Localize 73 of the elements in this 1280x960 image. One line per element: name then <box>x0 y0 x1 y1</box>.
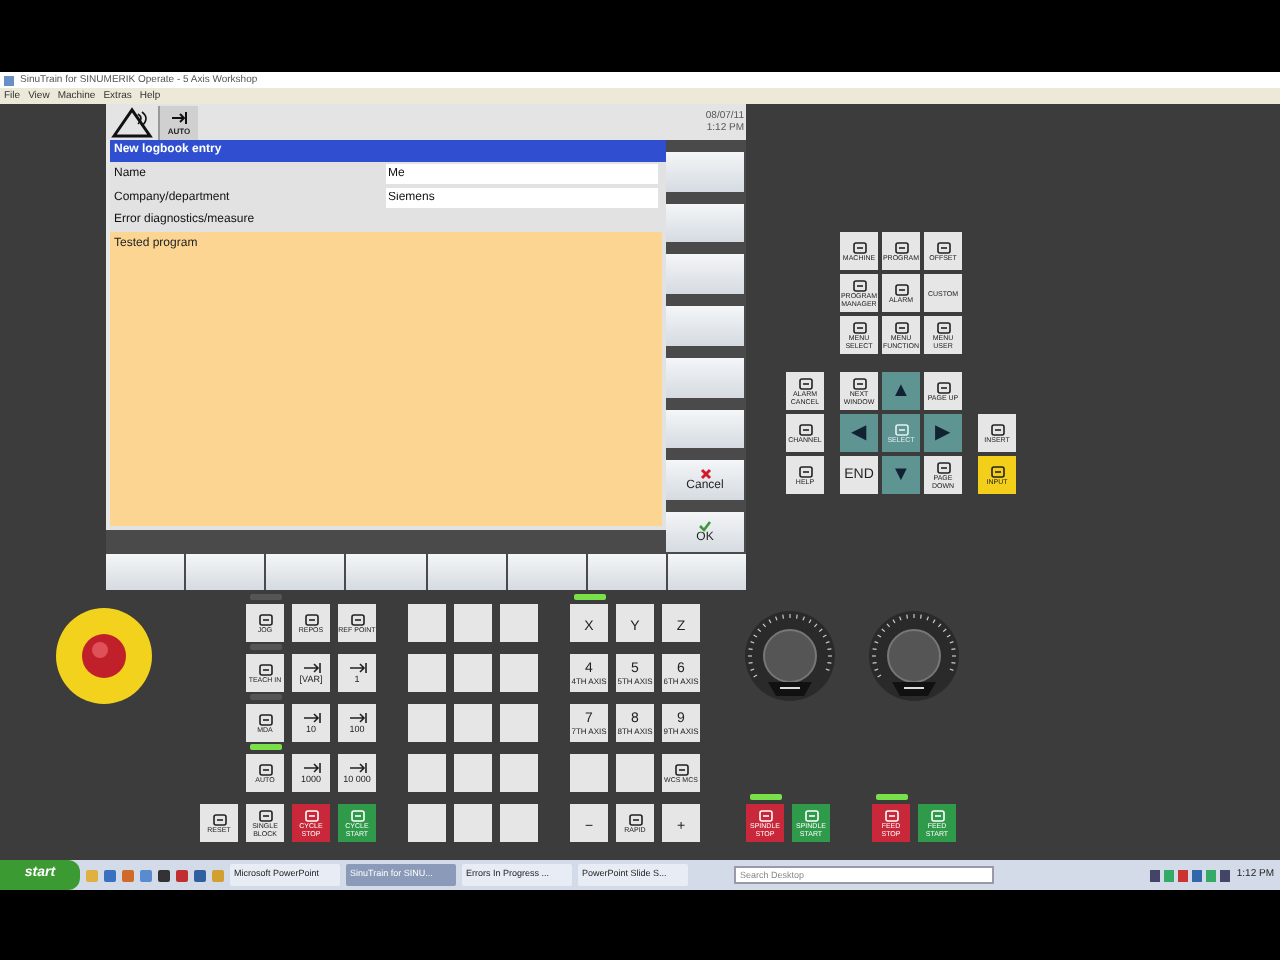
blank-key[interactable] <box>454 754 492 792</box>
key-symbol-icon <box>301 809 321 821</box>
blank-key[interactable] <box>500 654 538 692</box>
blank-key[interactable] <box>454 604 492 642</box>
arrow-to-bar-icon <box>301 762 321 774</box>
alarm-triangle-icon <box>110 106 154 138</box>
key-symbol-icon <box>625 813 645 825</box>
key-symbol-icon <box>933 321 953 333</box>
key-symbol-icon <box>301 613 321 625</box>
key-symbol-icon <box>255 713 275 725</box>
key-symbol-icon <box>755 809 775 821</box>
softkey[interactable] <box>666 409 744 449</box>
softkey[interactable] <box>666 254 744 295</box>
key-symbol-icon <box>671 763 691 775</box>
key-symbol-icon <box>347 809 367 821</box>
key-symbol-icon <box>795 465 815 477</box>
key-symbol-icon <box>933 461 953 473</box>
key-symbol-icon <box>881 809 901 821</box>
blank-key[interactable] <box>500 704 538 742</box>
cross-icon <box>699 467 711 480</box>
key-symbol-icon <box>255 663 275 675</box>
app-icon <box>4 75 14 85</box>
blank-key[interactable] <box>408 754 446 792</box>
checkmark-icon <box>698 519 712 532</box>
override-dial-drawing <box>868 610 960 702</box>
key-symbol-icon <box>987 423 1007 435</box>
key-symbol-icon <box>795 377 815 389</box>
key-symbol-icon <box>849 279 869 291</box>
arrow-to-bar-icon <box>347 712 367 724</box>
arrow-to-bar-icon <box>347 762 367 774</box>
blank-key[interactable] <box>408 704 446 742</box>
arrow-to-bar-icon <box>347 662 367 674</box>
blank-key[interactable] <box>500 804 538 842</box>
key-symbol-icon <box>891 321 911 333</box>
key-symbol-icon <box>347 613 367 625</box>
key-symbol-icon <box>987 465 1007 477</box>
panel-key[interactable]: ▲ <box>882 372 920 410</box>
key-symbol-icon <box>209 813 229 825</box>
key-symbol-icon <box>255 809 275 821</box>
key-symbol-icon <box>795 423 815 435</box>
arrow-to-bar-icon <box>301 662 321 674</box>
blank-key[interactable] <box>500 754 538 792</box>
override-dial-drawing <box>744 610 836 702</box>
key-symbol-icon <box>849 377 869 389</box>
key-symbol-icon <box>255 763 275 775</box>
blank-key[interactable] <box>454 654 492 692</box>
key-symbol-icon <box>891 283 911 295</box>
auto-mode-icon <box>169 109 189 125</box>
key-symbol-icon <box>933 241 953 253</box>
panel-key[interactable]: ▼ <box>882 456 920 494</box>
blank-key[interactable] <box>454 704 492 742</box>
blank-key[interactable] <box>500 604 538 642</box>
blank-key[interactable] <box>570 754 608 792</box>
key-symbol-icon <box>801 809 821 821</box>
system-tray-icons <box>1150 869 1231 881</box>
arrow-to-bar-icon <box>301 712 321 724</box>
blank-key[interactable] <box>408 654 446 692</box>
blank-key[interactable] <box>408 604 446 642</box>
blank-key[interactable] <box>454 804 492 842</box>
key-symbol-icon <box>255 613 275 625</box>
panel-key[interactable]: ▶ <box>924 414 962 452</box>
key-symbol-icon <box>849 321 869 333</box>
softkey[interactable] <box>666 203 744 243</box>
key-symbol-icon <box>849 241 869 253</box>
softkey[interactable] <box>666 357 744 398</box>
blank-key[interactable] <box>408 804 446 842</box>
softkey[interactable] <box>666 151 744 192</box>
blank-key[interactable] <box>616 754 654 792</box>
key-symbol-icon <box>891 241 911 253</box>
key-symbol-icon <box>891 423 911 435</box>
key-symbol-icon <box>933 381 953 393</box>
panel-key[interactable]: ◀ <box>840 414 878 452</box>
key-symbol-icon <box>927 809 947 821</box>
